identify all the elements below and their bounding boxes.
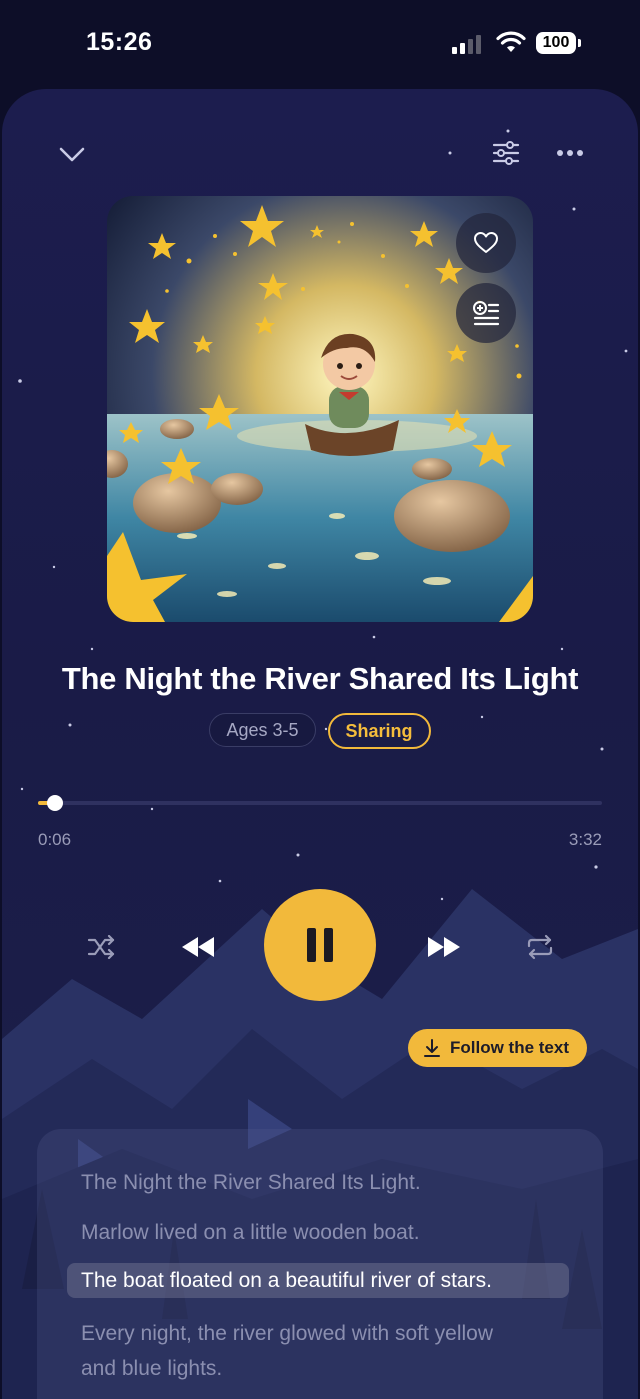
player-sheet: The Night the River Shared Its Light Age… (2, 89, 638, 1399)
more-icon (557, 150, 583, 156)
collapse-button[interactable] (52, 135, 92, 175)
story-title: The Night the River Shared Its Light (61, 661, 579, 696)
shuffle-button[interactable] (80, 927, 124, 967)
progress-track[interactable] (38, 801, 602, 805)
transcript-line-active[interactable]: The boat floated on a beautiful river of… (67, 1263, 569, 1298)
status-time: 15:26 (86, 28, 153, 56)
transcript-line[interactable]: Marlow lived on a little wooden boat. (81, 1215, 561, 1250)
more-options-button[interactable] (550, 133, 590, 173)
rewind-icon (182, 937, 214, 957)
story-tags: Ages 3-5 Sharing (2, 713, 638, 749)
fast-forward-button[interactable] (420, 925, 468, 969)
cellular-signal-icon (452, 34, 481, 54)
add-to-queue-icon (473, 301, 500, 326)
battery-indicator: 100 (536, 32, 576, 54)
category-tag[interactable]: Sharing (327, 713, 431, 749)
follow-text-button[interactable]: Follow the text (408, 1029, 587, 1067)
wifi-icon (496, 31, 526, 52)
total-time: 3:32 (568, 830, 602, 849)
follow-text-label: Follow the text (450, 1038, 569, 1057)
fast-forward-icon (428, 937, 460, 957)
sliders-icon (492, 141, 520, 165)
chevron-down-icon (59, 147, 85, 162)
pause-icon (307, 928, 333, 962)
repeat-button[interactable] (518, 927, 562, 967)
download-icon (424, 1039, 440, 1057)
transcript-panel[interactable]: The Night the River Shared Its Light. Ma… (37, 1129, 603, 1399)
pause-button[interactable] (264, 889, 376, 1001)
favorite-button[interactable] (456, 213, 516, 273)
current-time: 0:06 (38, 830, 72, 849)
transcript-line[interactable]: The Night the River Shared Its Light. (81, 1165, 561, 1200)
status-bar: 15:26 100 (0, 0, 640, 88)
transcript-line[interactable]: Every night, the river glowed with soft … (81, 1316, 561, 1351)
progress-thumb[interactable] (46, 795, 63, 811)
battery-tip (578, 39, 581, 47)
transcript-line[interactable]: and blue lights. (81, 1351, 561, 1386)
age-tag[interactable]: Ages 3-5 (209, 713, 316, 747)
add-to-queue-button[interactable] (456, 283, 516, 343)
shuffle-icon (87, 935, 115, 959)
settings-button[interactable] (486, 133, 526, 173)
heart-icon (474, 232, 498, 253)
repeat-icon (527, 934, 553, 960)
rewind-button[interactable] (174, 925, 222, 969)
